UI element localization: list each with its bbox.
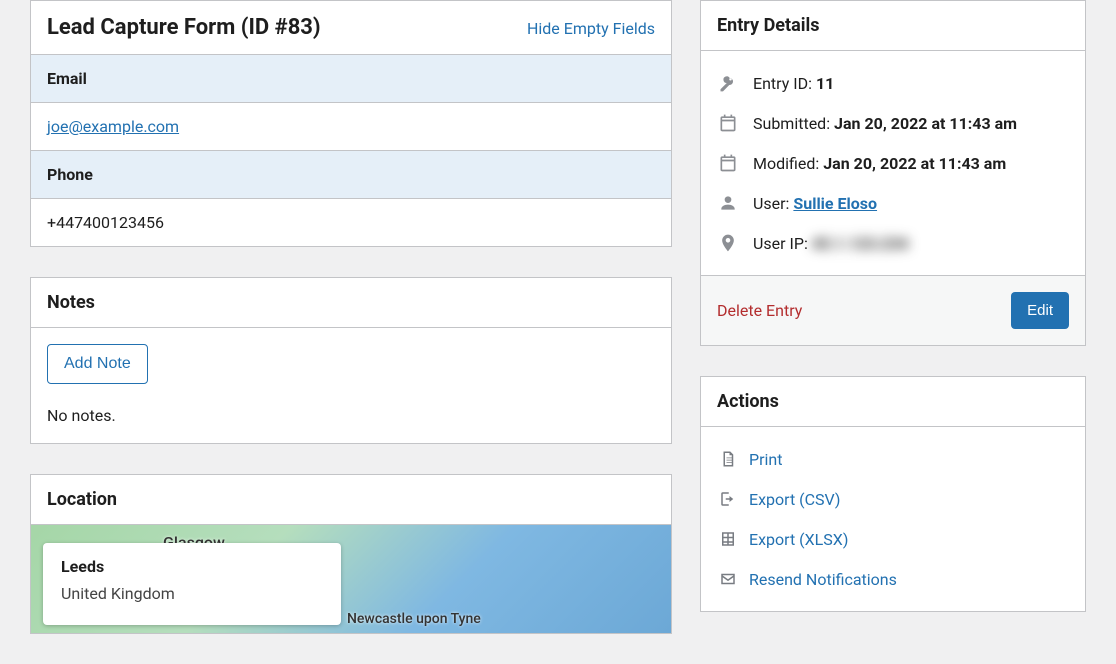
user-ip-label: User IP: bbox=[753, 234, 808, 253]
modified-row: Modified: Jan 20, 2022 at 11:43 am bbox=[717, 143, 1069, 183]
entry-details-title: Entry Details bbox=[717, 15, 820, 36]
form-fields-panel: Lead Capture Form (ID #83) Hide Empty Fi… bbox=[30, 0, 672, 247]
edit-button[interactable]: Edit bbox=[1011, 292, 1069, 329]
map[interactable]: Glasgow Newcastle upon Tyne Leeds United… bbox=[31, 525, 671, 633]
hide-empty-fields-link[interactable]: Hide Empty Fields bbox=[527, 19, 655, 38]
location-pin-icon bbox=[717, 233, 739, 253]
field-label-phone: Phone bbox=[31, 151, 671, 199]
user-link[interactable]: Sullie Eloso bbox=[793, 194, 877, 213]
export-xlsx-link[interactable]: Export (XLSX) bbox=[749, 530, 848, 549]
mail-icon bbox=[717, 569, 739, 589]
key-icon bbox=[717, 73, 739, 93]
calendar-icon bbox=[717, 113, 739, 133]
print-link[interactable]: Print bbox=[749, 450, 782, 469]
info-window-title: Leeds bbox=[61, 557, 323, 576]
entry-details-body: Entry ID: 11 Submitted: Jan 20, 2022 at … bbox=[701, 51, 1085, 275]
notes-panel-header: Notes bbox=[31, 278, 671, 328]
field-value-email: joe@example.com bbox=[31, 103, 671, 151]
actions-body: Print Export (CSV) Export (XLSX) bbox=[701, 427, 1085, 611]
map-info-window: Leeds United Kingdom bbox=[43, 543, 341, 625]
form-panel-header: Lead Capture Form (ID #83) Hide Empty Fi… bbox=[31, 1, 671, 55]
field-label-email: Email bbox=[31, 55, 671, 103]
action-resend-row: Resend Notifications bbox=[717, 559, 1069, 599]
resend-notifications-link[interactable]: Resend Notifications bbox=[749, 570, 897, 589]
entry-details-panel: Entry Details Entry ID: 11 bbox=[700, 0, 1086, 346]
no-notes-text: No notes. bbox=[31, 390, 671, 443]
submitted-value: Jan 20, 2022 at 11:43 am bbox=[834, 114, 1017, 133]
entry-details-header: Entry Details bbox=[701, 1, 1085, 51]
location-title: Location bbox=[47, 489, 117, 510]
actions-panel: Actions Print Export (CSV) bbox=[700, 376, 1086, 612]
form-title: Lead Capture Form (ID #83) bbox=[47, 15, 321, 40]
actions-header: Actions bbox=[701, 377, 1085, 427]
user-ip-row: User IP: 45.1.123.234 bbox=[717, 223, 1069, 263]
document-icon bbox=[717, 449, 739, 469]
notes-body: Add Note bbox=[31, 328, 671, 390]
export-csv-link[interactable]: Export (CSV) bbox=[749, 490, 840, 509]
email-link[interactable]: joe@example.com bbox=[47, 117, 179, 136]
notes-panel: Notes Add Note No notes. bbox=[30, 277, 672, 444]
notes-title: Notes bbox=[47, 292, 95, 313]
spreadsheet-icon bbox=[717, 529, 739, 549]
submitted-label: Submitted: bbox=[753, 114, 830, 133]
user-ip-value: 45.1.123.234 bbox=[812, 234, 909, 253]
delete-entry-link[interactable]: Delete Entry bbox=[717, 301, 802, 320]
entry-id-value: 11 bbox=[816, 74, 834, 93]
location-panel: Location Glasgow Newcastle upon Tyne Lee… bbox=[30, 474, 672, 634]
user-row: User: Sullie Eloso bbox=[717, 183, 1069, 223]
action-export-xlsx-row: Export (XLSX) bbox=[717, 519, 1069, 559]
user-icon bbox=[717, 193, 739, 213]
field-value-phone: +447400123456 bbox=[31, 199, 671, 246]
actions-title: Actions bbox=[717, 391, 779, 412]
map-label-newcastle: Newcastle upon Tyne bbox=[347, 612, 481, 627]
action-export-csv-row: Export (CSV) bbox=[717, 479, 1069, 519]
user-label: User: bbox=[753, 194, 789, 213]
export-icon bbox=[717, 489, 739, 509]
entry-id-label: Entry ID: bbox=[753, 74, 812, 93]
modified-label: Modified: bbox=[753, 154, 819, 173]
modified-value: Jan 20, 2022 at 11:43 am bbox=[823, 154, 1006, 173]
info-window-country: United Kingdom bbox=[61, 584, 323, 603]
calendar-icon bbox=[717, 153, 739, 173]
entry-details-footer: Delete Entry Edit bbox=[701, 275, 1085, 345]
add-note-button[interactable]: Add Note bbox=[47, 344, 148, 384]
submitted-row: Submitted: Jan 20, 2022 at 11:43 am bbox=[717, 103, 1069, 143]
entry-id-row: Entry ID: 11 bbox=[717, 63, 1069, 103]
action-print-row: Print bbox=[717, 439, 1069, 479]
location-panel-header: Location bbox=[31, 475, 671, 525]
